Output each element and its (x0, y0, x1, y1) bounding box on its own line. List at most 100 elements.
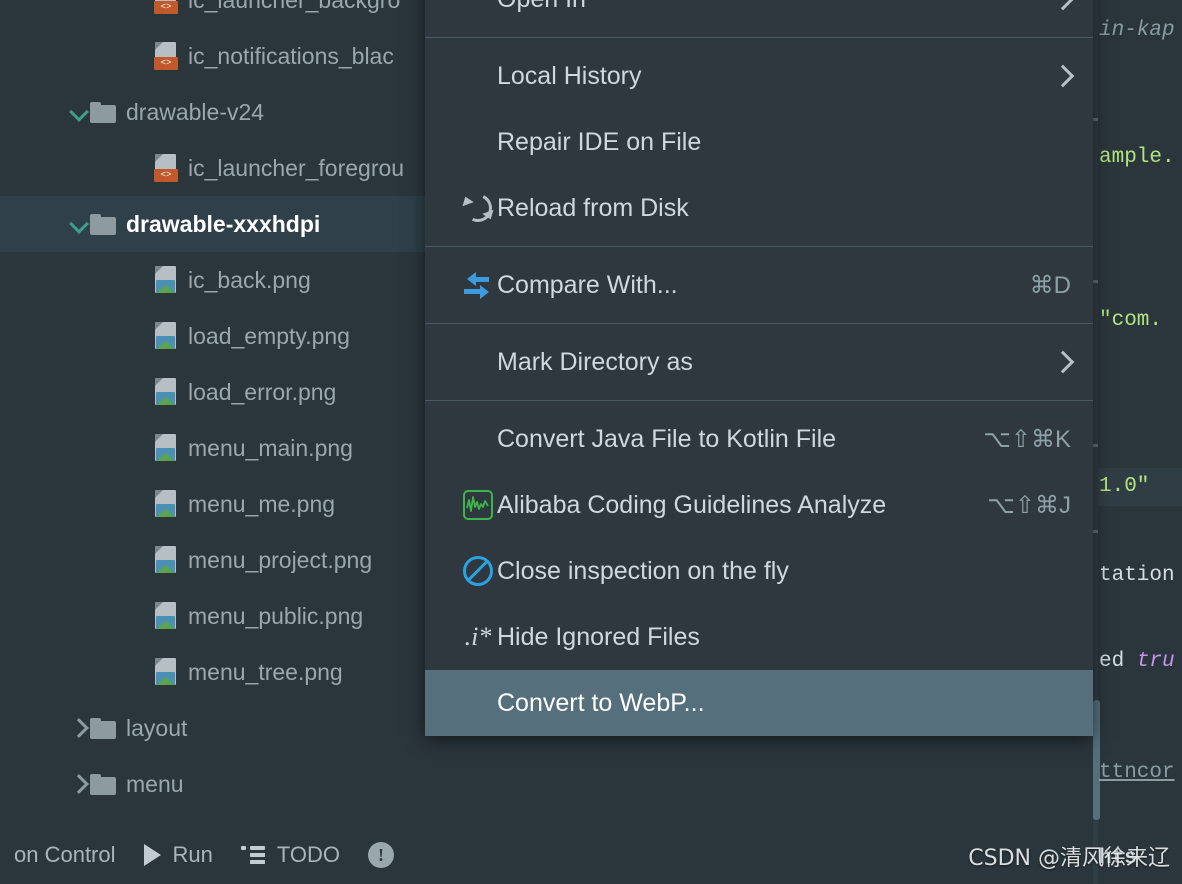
code-token: tation (1099, 564, 1175, 587)
menu-item-label: Repair IDE on File (497, 127, 702, 156)
project-tool-window[interactable]: <> ic_launcher_backgro <> ic_notifications_… (0, 0, 430, 884)
code-line: 1.0" (1099, 476, 1149, 497)
code-token: "com. (1099, 309, 1163, 332)
menu-item-label: Alibaba Coding Guidelines Analyze (497, 490, 887, 519)
status-bar-problems[interactable]: ! (354, 826, 408, 884)
menu-item[interactable]: Alibaba Coding Guidelines Analyze ⌥⇧⌘J (425, 472, 1093, 538)
tree-file-row[interactable]: load_error.png (0, 364, 430, 420)
tree-folder-row[interactable]: layout (0, 700, 430, 756)
context-menu[interactable]: Open In Local History Repair IDE on File Re… (425, 0, 1093, 736)
menu-item[interactable]: Local History (425, 43, 1093, 109)
menu-item[interactable]: Mark Directory as (425, 329, 1093, 395)
tree-item-label: ic_launcher_foregrou (188, 154, 405, 181)
todo-label: TODO (276, 842, 341, 867)
editor-scrollbar-thumb[interactable] (1093, 700, 1100, 820)
play-icon (143, 844, 161, 866)
fold-marker[interactable] (1093, 118, 1098, 121)
code-token: ttncor (1099, 761, 1175, 784)
png-file-icon (154, 602, 178, 630)
chevron-right-icon[interactable] (68, 773, 90, 795)
menu-item[interactable]: Reload from Disk (425, 175, 1093, 241)
list-icon (240, 846, 265, 864)
menu-item[interactable]: Repair IDE on File (425, 109, 1093, 175)
fold-marker[interactable] (1093, 444, 1098, 447)
menu-separator (425, 246, 1093, 247)
compare-icon (461, 268, 495, 302)
menu-item-label: Local History (497, 61, 642, 90)
tree-item-label: ic_back.png (188, 266, 311, 293)
menu-item[interactable]: Close inspection on the fly (425, 538, 1093, 604)
png-file-icon (154, 490, 178, 518)
tree-file-row[interactable]: menu_public.png (0, 588, 430, 644)
menu-item[interactable]: Convert Java File to Kotlin File ⌥⇧⌘K (425, 406, 1093, 472)
code-line: tation (1099, 565, 1175, 586)
tree-file-row[interactable]: <> ic_launcher_backgro (0, 0, 430, 28)
tree-file-row[interactable]: menu_main.png (0, 420, 430, 476)
status-bar[interactable]: on Control Run TODO ! (0, 826, 430, 884)
hide-ignored-icon: .i* (464, 622, 492, 651)
fold-marker[interactable] (1093, 748, 1098, 751)
menu-item-label: Convert to WebP... (497, 688, 705, 717)
close-inspection-icon (461, 554, 495, 588)
menu-item[interactable]: Compare With... ⌘D (425, 252, 1093, 318)
tree-item-label: layout (126, 714, 188, 741)
fold-marker[interactable] (1093, 530, 1098, 533)
folder-icon (90, 717, 116, 739)
chevron-right-icon (1051, 64, 1075, 88)
png-file-icon (154, 322, 178, 350)
menu-item-label: Close inspection on the fly (497, 556, 789, 585)
tree-file-row[interactable]: <> ic_notifications_blac (0, 28, 430, 84)
chevron-down-icon[interactable] (68, 101, 90, 123)
tree-item-label: menu_public.png (188, 602, 364, 629)
chevron-right-icon (1051, 350, 1075, 374)
status-bar-run[interactable]: Run (130, 826, 227, 884)
menu-separator (425, 400, 1093, 401)
status-bar-version-control[interactable]: on Control (0, 826, 130, 884)
folder-icon (90, 213, 116, 235)
tree-folder-row[interactable]: drawable-v24 (0, 84, 430, 140)
code-token: 1.0" (1099, 475, 1150, 498)
tree-folder-row[interactable]: drawable-xxxhdpi (0, 196, 430, 252)
tree-file-row[interactable]: menu_project.png (0, 532, 430, 588)
xml-file-icon: <> (154, 154, 178, 182)
tree-file-row[interactable]: load_empty.png (0, 308, 430, 364)
menu-item-label: Compare With... (497, 270, 678, 299)
reload-icon (460, 190, 496, 226)
fold-marker[interactable] (1093, 280, 1098, 283)
status-bar-todo[interactable]: TODO (227, 826, 354, 884)
tree-file-row[interactable]: menu_tree.png (0, 644, 430, 700)
version-control-label: on Control (14, 842, 116, 867)
folder-icon (90, 101, 116, 123)
tree-file-row[interactable]: ic_back.png (0, 252, 430, 308)
tree-item-label: load_empty.png (188, 322, 350, 349)
folder-icon (90, 773, 116, 795)
run-label: Run (172, 842, 213, 867)
tree-item-label: ic_notifications_blac (188, 42, 394, 69)
tree-file-row[interactable]: <> ic_launcher_foregrou (0, 140, 430, 196)
csdn-watermark: CSDN @清风徐来辽 (968, 846, 1170, 871)
menu-item[interactable]: Open In (425, 0, 1093, 32)
tree-item-label: drawable-v24 (126, 98, 265, 125)
tree-item-label: load_error.png (188, 378, 337, 405)
png-file-icon (154, 546, 178, 574)
menu-item[interactable]: Convert to WebP... (425, 670, 1093, 736)
chevron-down-icon[interactable] (68, 213, 90, 235)
tree-folder-row[interactable]: menu (0, 756, 430, 812)
code-editor[interactable]: in-kap ample. "com. 1.0" tation ed tru ttncor h… (1093, 0, 1182, 884)
chevron-right-icon[interactable] (68, 717, 90, 739)
menu-item-shortcut: ⌥⇧⌘J (987, 491, 1071, 519)
tree-item-label: menu_tree.png (188, 658, 343, 685)
menu-item[interactable]: .i* Hide Ignored Files (425, 604, 1093, 670)
png-file-icon (154, 658, 178, 686)
code-line: in-kap (1099, 20, 1175, 41)
tree-file-row[interactable]: menu_me.png (0, 476, 430, 532)
tree-item-label: menu_main.png (188, 434, 353, 461)
